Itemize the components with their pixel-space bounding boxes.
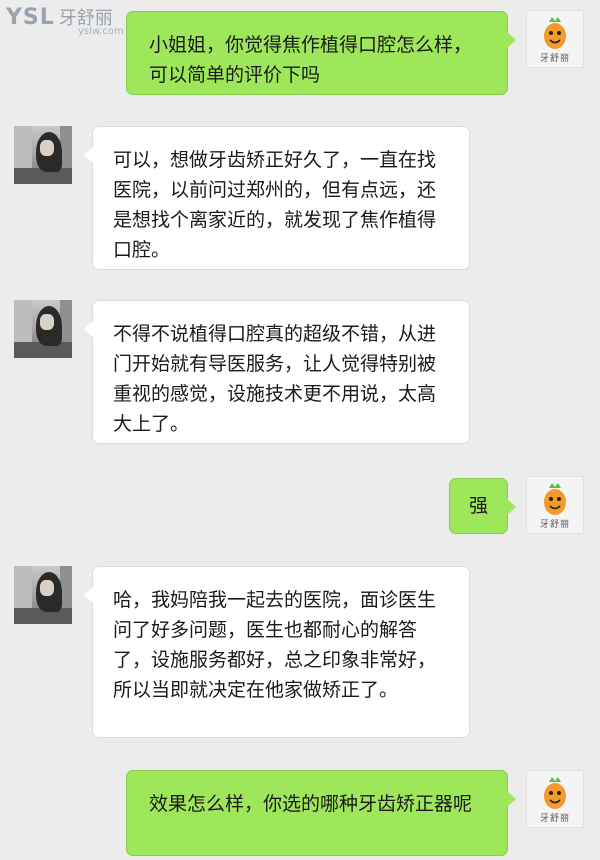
brand-avatar[interactable]: 牙舒丽 — [526, 476, 584, 534]
message-text: 哈，我妈陪我一起去的医院，面诊医生问了好多问题，医生也都耐心的解答了，设施服务都… — [113, 589, 437, 701]
message-text: 可以，想做牙齿矫正好久了，一直在找医院，以前问过郑州的，但有点远，还是想找个离家… — [113, 149, 437, 261]
brand-avatar[interactable]: 牙舒丽 — [526, 770, 584, 828]
message-text: 效果怎么样，你选的哪种牙齿矫正器呢 — [149, 793, 473, 815]
brand-avatar[interactable]: 牙舒丽 — [526, 10, 584, 68]
message-bubble-outgoing[interactable]: 效果怎么样，你选的哪种牙齿矫正器呢 — [126, 770, 516, 856]
brand-avatar-label: 牙舒丽 — [539, 814, 570, 824]
watermark: YSL 牙舒丽 yslw.com — [6, 4, 124, 37]
user-avatar[interactable] — [14, 566, 72, 624]
user-avatar[interactable] — [14, 126, 72, 184]
message-bubble-incoming[interactable]: 可以，想做牙齿矫正好久了，一直在找医院，以前问过郑州的，但有点远，还是想找个离家… — [84, 126, 470, 270]
message-bubble-outgoing[interactable]: 小姐姐，你觉得焦作植得口腔怎么样，可以简单的评价下吗 — [126, 11, 516, 95]
message-text: 强 — [468, 495, 488, 517]
watermark-logo: YSL — [6, 5, 55, 30]
message-bubble-outgoing[interactable]: 强 — [449, 478, 516, 534]
message-text: 不得不说植得口腔真的超级不错，从进门开始就有导医服务，让人觉得特别被重视的感觉，… — [113, 323, 437, 435]
brand-avatar-label: 牙舒丽 — [539, 520, 570, 530]
message-text: 小姐姐，你觉得焦作植得口腔怎么样，可以简单的评价下吗 — [149, 34, 473, 86]
message-bubble-incoming[interactable]: 哈，我妈陪我一起去的医院，面诊医生问了好多问题，医生也都耐心的解答了，设施服务都… — [84, 566, 470, 738]
watermark-url: yslw.com — [78, 26, 124, 37]
carrot-mascot-icon — [544, 483, 566, 515]
carrot-mascot-icon — [544, 777, 566, 809]
user-avatar[interactable] — [14, 300, 72, 358]
message-bubble-incoming[interactable]: 不得不说植得口腔真的超级不错，从进门开始就有导医服务，让人觉得特别被重视的感觉，… — [84, 300, 470, 444]
brand-avatar-label: 牙舒丽 — [539, 54, 570, 64]
carrot-mascot-icon — [544, 17, 566, 49]
